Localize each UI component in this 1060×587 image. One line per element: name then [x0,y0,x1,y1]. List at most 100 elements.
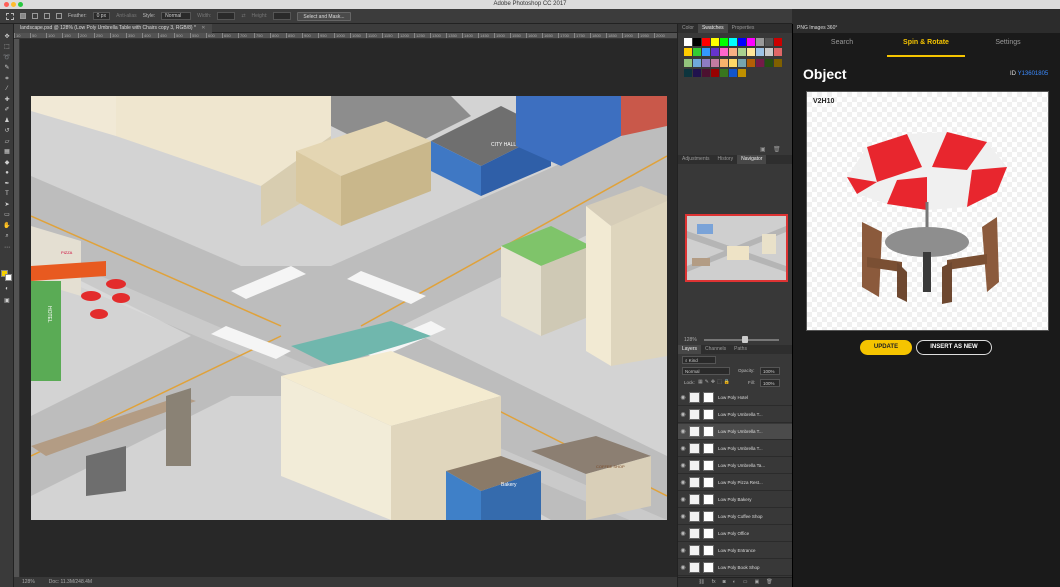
pen-tool-icon[interactable]: ✒ [3,181,11,188]
quick-select-tool-icon[interactable]: ✎ [3,65,11,72]
color-swatch[interactable] [702,38,710,46]
color-swatch[interactable] [738,48,746,57]
opacity-input[interactable]: 100% [760,367,780,375]
visibility-eye-icon[interactable]: ◉ [678,394,688,401]
color-swatch[interactable] [693,38,701,46]
color-swatch[interactable] [711,58,719,67]
tab-settings[interactable]: Settings [993,39,1023,46]
color-swatch[interactable] [684,38,692,46]
hand-tool-icon[interactable]: ✋ [3,223,11,230]
background-color-swatch[interactable] [5,274,12,281]
color-swatch[interactable] [747,38,755,46]
layer-mask-thumbnail[interactable] [703,426,714,437]
tab-swatches[interactable]: Swatches [697,24,728,33]
navigator-zoom[interactable]: 128% [684,337,697,343]
close-tab-icon[interactable]: ✕ [201,25,205,31]
path-select-tool-icon[interactable]: ➤ [3,202,11,209]
select-and-mask-button[interactable]: Select and Mask... [297,11,351,21]
tab-layers[interactable]: Layers [678,345,702,354]
color-swatch[interactable] [738,38,746,46]
update-button[interactable]: UPDATE [860,340,912,355]
link-layers-icon[interactable]: ⛓ [698,578,704,587]
color-swatch[interactable] [747,58,755,67]
color-swatch[interactable] [729,68,737,77]
visibility-eye-icon[interactable]: ◉ [678,428,688,435]
more-tools-icon[interactable]: ⋯ [3,245,11,252]
new-selection-icon[interactable] [20,13,26,19]
layer-name[interactable]: Low Poly Coffee Shop [718,514,762,519]
navigator-preview[interactable] [685,214,788,282]
object-preview[interactable]: V2H10 [806,91,1049,331]
tab-navigator[interactable]: Navigator [737,155,767,164]
new-swatch-icon[interactable]: ▣ [760,146,766,153]
color-swatch[interactable] [765,38,773,46]
tab-channels[interactable]: Channels [701,345,730,354]
color-swatch[interactable] [702,48,710,57]
tab-spin-rotate[interactable]: Spin & Rotate [887,39,965,46]
layer-mask-thumbnail[interactable] [703,460,714,471]
layer-filter-select[interactable]: ⌕ Kind [682,356,716,364]
layer-mask-thumbnail[interactable] [703,443,714,454]
color-swatch[interactable] [684,58,692,67]
color-swatch[interactable] [702,68,710,77]
visibility-eye-icon[interactable]: ◉ [678,496,688,503]
visibility-eye-icon[interactable]: ◉ [678,462,688,469]
close-window-icon[interactable] [4,2,9,7]
subtract-selection-icon[interactable] [44,13,50,19]
layer-style-icon[interactable]: fx [712,578,716,587]
layer-name[interactable]: Low Poly Umbrella T... [718,446,763,451]
zoom-level[interactable]: 128% [22,577,35,587]
layer-row[interactable]: ◉ Low Poly Umbrella T... [678,407,793,423]
color-swatch[interactable] [738,58,746,67]
layer-name[interactable]: Low Poly Office [718,531,749,536]
id-value[interactable]: Y13601805 [1018,71,1049,77]
color-swatch[interactable] [729,48,737,57]
color-swatch[interactable] [720,48,728,57]
tab-adjustments[interactable]: Adjustments [678,155,714,164]
color-swatch[interactable] [711,68,719,77]
navigator-zoom-handle[interactable] [742,336,748,343]
layer-name[interactable]: Low Poly Hotel [718,395,748,400]
marquee-tool-icon[interactable] [6,12,14,20]
tab-color[interactable]: Color [678,24,698,33]
history-brush-tool-icon[interactable]: ↺ [3,128,11,135]
document-canvas[interactable]: CITY HALL Bakery COFFEE SHOP PIZZA HOTEL [31,96,667,520]
color-swatch[interactable] [684,48,692,57]
layer-mask-thumbnail[interactable] [703,562,714,573]
color-swatch[interactable] [774,38,782,46]
blend-mode-select[interactable]: Normal [682,367,730,375]
tab-history[interactable]: History [714,155,738,164]
new-layer-icon[interactable]: ▣ [754,578,759,587]
lasso-tool-icon[interactable]: ➰ [3,55,11,62]
lock-icons[interactable]: ▦✎✥⬚🔒 [698,379,732,385]
document-tab[interactable]: landscape.psd @ 128% (Low Poly Umbrella … [14,24,212,33]
layer-row[interactable]: ◉ Low Poly Umbrella Ta... [678,458,793,474]
brush-tool-icon[interactable]: ✐ [3,107,11,114]
layer-row[interactable]: ◉ Low Poly Umbrella T... [678,424,793,440]
color-swatch[interactable] [738,68,746,77]
visibility-eye-icon[interactable]: ◉ [678,479,688,486]
layer-row[interactable]: ◉ Low Poly Entrance [678,543,793,559]
visibility-eye-icon[interactable]: ◉ [678,445,688,452]
color-swatch[interactable] [774,58,782,67]
color-swatch[interactable] [693,58,701,67]
type-tool-icon[interactable]: T [3,191,11,198]
layer-name[interactable]: Low Poly Umbrella Ta... [718,463,765,468]
color-swatch[interactable] [747,48,755,57]
visibility-eye-icon[interactable]: ◉ [678,547,688,554]
quick-mask-icon[interactable]: ◐ [3,286,11,293]
color-swatch[interactable] [756,38,764,46]
layer-row[interactable]: ◉ Low Poly Office [678,526,793,542]
layer-row[interactable]: ◉ Low Poly Hotel [678,390,793,406]
crop-tool-icon[interactable]: ⌗ [3,76,11,83]
feather-input[interactable]: 0 px [92,12,111,20]
dodge-tool-icon[interactable]: ● [3,170,11,177]
eyedropper-tool-icon[interactable]: ⁄ [3,86,11,93]
layer-row[interactable]: ◉ Low Poly Pizza Rest... [678,475,793,491]
color-swatch[interactable] [711,38,719,46]
zoom-window-icon[interactable] [18,2,23,7]
layer-row[interactable]: ◉ Low Poly Book Shop [678,560,793,576]
gradient-tool-icon[interactable]: ▦ [3,149,11,156]
color-swatch[interactable] [774,48,782,57]
insert-as-new-button[interactable]: INSERT AS NEW [916,340,992,355]
